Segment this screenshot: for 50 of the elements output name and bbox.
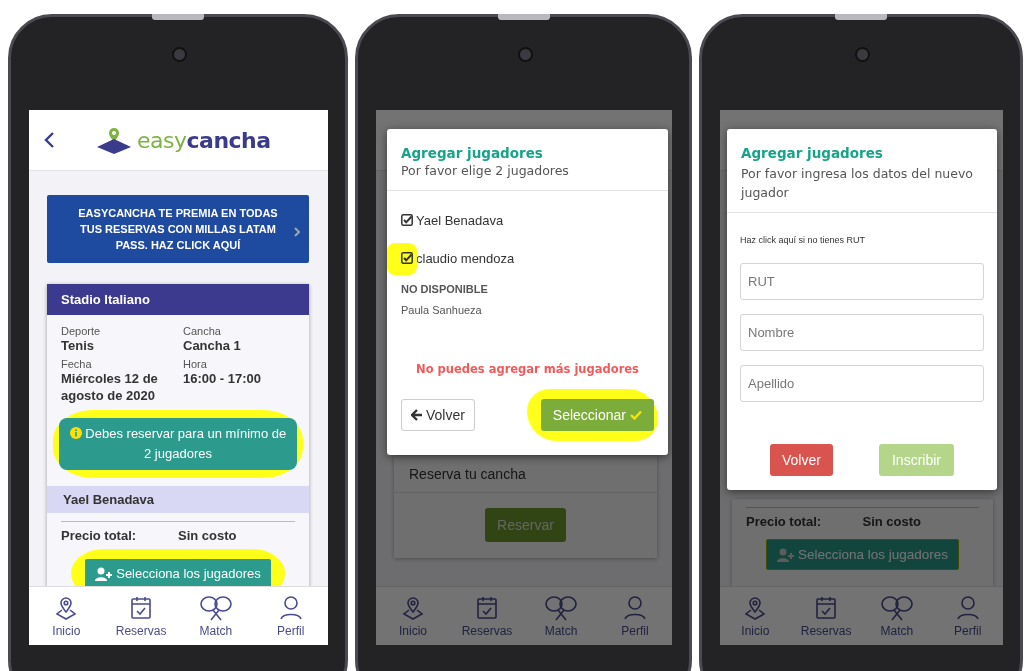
nav-label[interactable]: Inicio (741, 623, 770, 638)
price-value: Sin costo (862, 514, 922, 529)
card-title: Reserva tu cancha (394, 456, 657, 493)
nav-label[interactable]: Reservas (115, 623, 167, 638)
nav-label[interactable]: Inicio (399, 623, 427, 638)
detail-value: Cancha 1 (183, 337, 242, 354)
unavailable-heading: NO DISPONIBLE (401, 283, 489, 295)
dialog-subtitle: Por favor ingresa los datos del nuevo jugador (741, 165, 974, 202)
promo-banner[interactable]: EASYCANCHA TE PREMIA EN TODAS TUS RESERVAS CON MILLAS LATAM PASS. HAZ CLICK AQUÍ (47, 195, 309, 263)
player-name: Yael Benadava (47, 486, 309, 513)
no-rut-link[interactable]: Haz click aquí si no tienes RUT (740, 235, 866, 245)
nav-label[interactable]: Inicio (52, 623, 81, 638)
nav-label[interactable]: Match (880, 623, 914, 638)
detail-label: Hora (183, 358, 208, 370)
detail-label: Deporte (61, 325, 102, 337)
input-field[interactable]: Apellido (740, 365, 984, 402)
detail-value: Miércoles 12 de agosto de 2020 (61, 370, 159, 404)
player-name[interactable]: claudio mendoza (416, 250, 515, 266)
dialog-title: Agregar jugadores (741, 145, 884, 161)
select-players-button[interactable]: Selecciona los jugadores (765, 539, 960, 570)
minimum-players-notice[interactable]: Debes reservar para un mínimo de 2 jugadores (59, 418, 297, 470)
unavailable-player: Paula Sanhueza (401, 304, 483, 316)
select-players-button[interactable]: Selecciona los jugadores (85, 559, 271, 586)
error-message: No puedes agregar más jugadores (415, 362, 640, 376)
nav-label[interactable]: Perfil (953, 623, 982, 638)
nav-label[interactable]: Match (199, 623, 233, 638)
reserve-button[interactable]: Reservar (485, 508, 566, 542)
dialog-subtitle: Por favor elige 2 jugadores (401, 163, 570, 178)
input-field[interactable]: Nombre (740, 314, 984, 351)
nav-label[interactable]: Perfil (621, 623, 649, 638)
detail-value: Tenis (61, 337, 95, 354)
logo-text: easycancha (137, 127, 271, 153)
detail-value: 16:00 - 17:00 (183, 370, 263, 387)
venue-title: Stadio Italiano (47, 284, 309, 315)
input-field[interactable]: RUT (740, 263, 984, 300)
detail-label: Cancha (183, 325, 222, 337)
price-value: Sin costo (178, 528, 238, 543)
player-name[interactable]: Yael Benadava (416, 212, 504, 228)
banner-text: EASYCANCHA TE PREMIA EN TODAS TUS RESERVAS CON MILLAS LATAM PASS. HAZ CLICK AQUÍ (78, 207, 278, 251)
nav-label[interactable]: Match (544, 623, 578, 638)
nav-label[interactable]: Perfil (276, 623, 305, 638)
back-button[interactable]: Volver (401, 399, 475, 431)
price-label: Precio total: (61, 528, 138, 543)
nav-label[interactable]: Reservas (800, 623, 852, 638)
select-button[interactable]: Seleccionar (540, 399, 654, 431)
nav-label[interactable]: Reservas (461, 623, 513, 638)
back-button[interactable]: Volver (770, 444, 833, 476)
price-label: Precio total: (746, 514, 823, 529)
detail-label: Fecha (61, 358, 93, 370)
dialog-title: Agregar jugadores (401, 145, 544, 161)
